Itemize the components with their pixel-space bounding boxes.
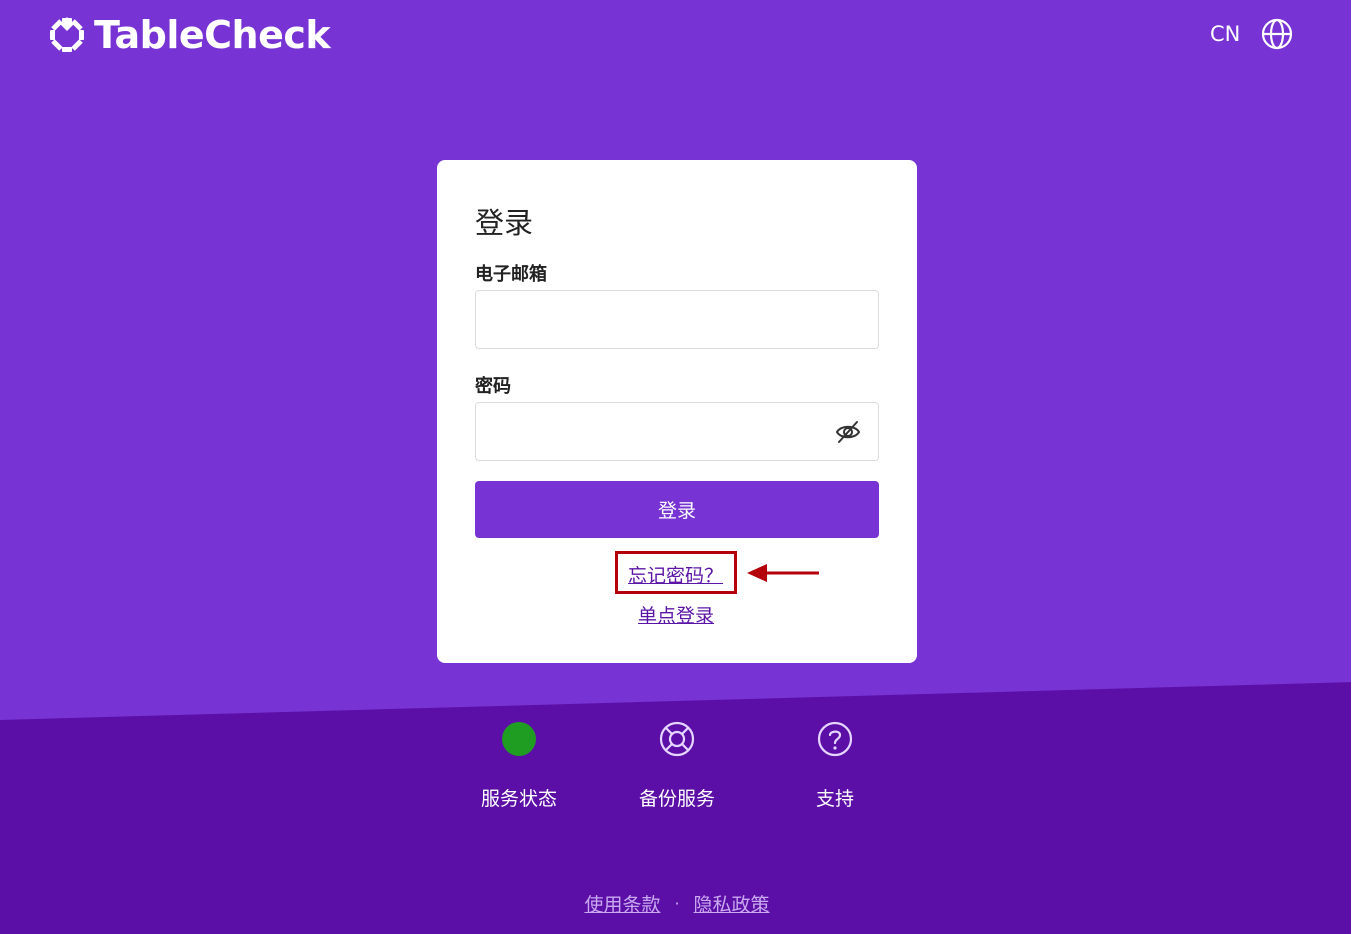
annotation-arrow-icon xyxy=(747,564,819,582)
brand-logo[interactable]: TableCheck xyxy=(48,13,331,57)
email-label: 电子邮箱 xyxy=(475,264,547,285)
globe-icon xyxy=(1262,18,1293,50)
login-title: 登录 xyxy=(475,206,534,240)
footer-service-status[interactable]: 服务状态 xyxy=(459,720,579,811)
legal-separator: · xyxy=(674,894,680,913)
footer-support[interactable]: 支持 xyxy=(775,720,895,811)
question-circle-icon xyxy=(817,721,853,757)
status-dot-icon xyxy=(502,722,536,756)
email-field[interactable] xyxy=(475,290,879,349)
lifebuoy-icon xyxy=(659,721,695,757)
privacy-link[interactable]: 隐私政策 xyxy=(694,890,770,917)
language-switcher[interactable]: CN xyxy=(1210,14,1294,54)
password-field[interactable] xyxy=(475,402,879,461)
footer-label: 服务状态 xyxy=(480,788,557,810)
eye-slash-icon[interactable] xyxy=(835,419,861,445)
sso-login-link[interactable]: 单点登录 xyxy=(638,601,714,628)
login-button[interactable]: 登录 xyxy=(475,481,879,538)
footer-backup-service[interactable]: 备份服务 xyxy=(617,720,737,811)
brand-name: TableCheck xyxy=(94,13,331,57)
footer-label: 支持 xyxy=(815,788,854,810)
password-label: 密码 xyxy=(475,376,511,397)
legal-links: 使用条款 · 隐私政策 xyxy=(0,890,1354,917)
login-card: 登录 电子邮箱 密码 登录 忘记密码？ 单点登录 xyxy=(437,160,917,663)
forgot-password-link[interactable]: 忘记密码？ xyxy=(628,561,723,588)
tablecheck-logo-icon xyxy=(50,17,84,52)
terms-link[interactable]: 使用条款 xyxy=(584,890,660,917)
language-code: CN xyxy=(1210,22,1241,46)
footer-label: 备份服务 xyxy=(638,788,715,810)
